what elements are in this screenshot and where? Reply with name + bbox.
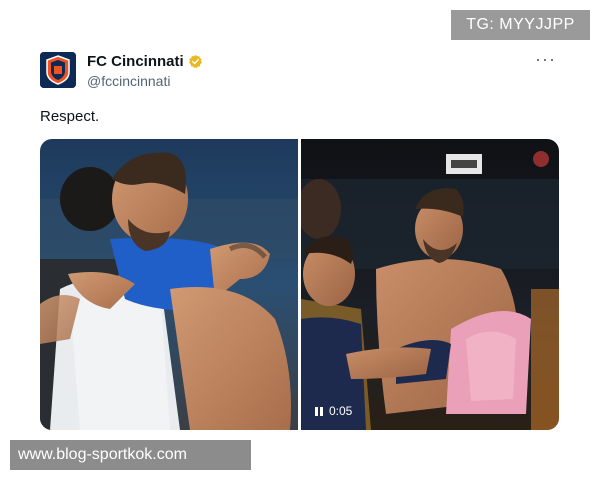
verified-badge-icon — [188, 54, 203, 69]
author-info: FC Cincinnati @fccincinnati — [87, 53, 203, 89]
handle[interactable]: @fccincinnati — [87, 73, 203, 89]
tweet-header: FC Cincinnati @fccincinnati ··· — [40, 50, 560, 90]
fc-cincinnati-logo-icon — [40, 52, 76, 88]
video-right[interactable]: 0:05 — [297, 139, 559, 430]
pause-icon[interactable] — [315, 406, 323, 416]
media-grid: 0:05 — [40, 139, 559, 430]
telegram-watermark-badge: TG: MYYJJPP — [451, 10, 590, 40]
avatar[interactable] — [40, 52, 76, 88]
video-duration-overlay[interactable]: 0:05 — [315, 404, 352, 418]
hug-photo-image — [40, 139, 298, 430]
photo-left[interactable] — [40, 139, 298, 430]
site-watermark: www.blog-sportkok.com — [10, 440, 251, 470]
display-name[interactable]: FC Cincinnati — [87, 53, 184, 70]
tweet-text: Respect. — [40, 108, 100, 125]
video-thumbnail-image — [297, 139, 559, 430]
video-duration: 0:05 — [329, 404, 353, 418]
more-options-button[interactable]: ··· — [535, 50, 556, 68]
